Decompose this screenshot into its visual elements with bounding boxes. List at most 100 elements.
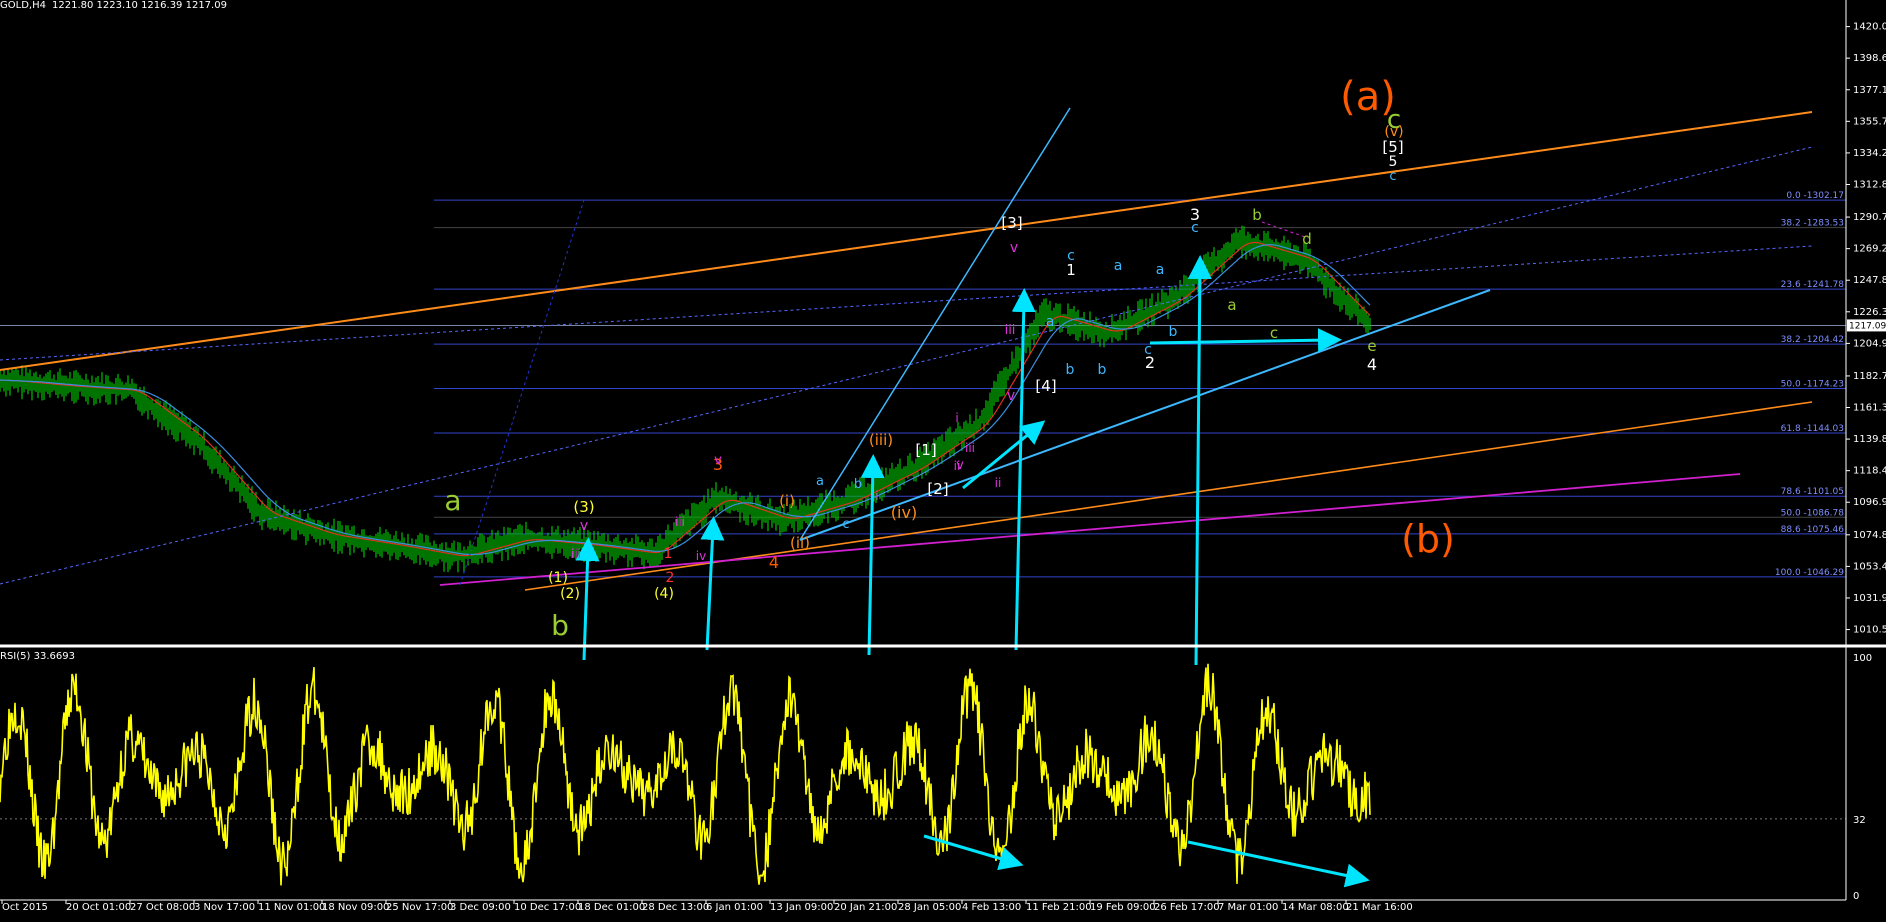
- wave-label: d: [1302, 230, 1312, 248]
- x-tick-label: 14 Mar 08:00: [1282, 902, 1349, 913]
- wave-label: a: [816, 474, 824, 489]
- x-tick-label: 11 Feb 21:00: [1026, 902, 1092, 913]
- wave-label: b: [1252, 206, 1262, 224]
- wave-label: c: [1191, 220, 1199, 236]
- y-tick-label: 1312.83: [1853, 179, 1886, 190]
- x-tick-label: 10 Dec 17:00: [514, 902, 581, 913]
- y-tick-label: 1204.90: [1853, 338, 1886, 349]
- y-tick-label: 1377.18: [1853, 85, 1886, 96]
- ohlc-readout: 1221.80 1223.10 1216.39 1217.09: [52, 0, 227, 11]
- wave-label: v: [580, 518, 588, 534]
- wave-label: a: [1227, 296, 1236, 314]
- chart-canvas: 0.0 -1302.17 38.2 -1283.53 23.6 -1241.78 38…: [0, 0, 1886, 922]
- wave-label: a: [1114, 258, 1123, 274]
- wave-label: c: [1270, 324, 1278, 342]
- x-tick-label: 28 Jan 05:00: [898, 902, 961, 913]
- y-tick-label: 1118.43: [1853, 466, 1886, 477]
- y-tick-label: 1096.98: [1853, 497, 1886, 508]
- x-tick-label: 20 Jan 21:00: [834, 902, 897, 913]
- x-tick-label: 11 Nov 01:00: [258, 902, 325, 913]
- wave-label: b: [854, 477, 862, 492]
- fib-level-label: 61.8 -1144.03: [1781, 424, 1844, 434]
- wave-label: [4]: [1035, 377, 1056, 395]
- wave-label: iii: [965, 441, 975, 455]
- x-tick-label: Oct 2015: [2, 902, 48, 913]
- wave-label: b: [1098, 362, 1107, 378]
- x-tick-label: 27 Oct 08:00: [130, 902, 195, 913]
- wave-label: [2]: [927, 480, 948, 498]
- y-tick-label: 1290.70: [1853, 212, 1886, 223]
- x-tick-label: 18 Dec 01:00: [578, 902, 645, 913]
- y-tick-label: 1247.80: [1853, 275, 1886, 286]
- wave-label: iii: [675, 515, 685, 529]
- rsi-tick-label: 32: [1853, 815, 1866, 826]
- wave-label: [1]: [915, 441, 936, 459]
- wave-label: a: [444, 484, 461, 517]
- wave-label: (ii): [790, 534, 810, 552]
- wave-label: c: [842, 517, 849, 532]
- y-tick-label: 1074.85: [1853, 530, 1886, 541]
- x-tick-label: 19 Feb 09:00: [1090, 902, 1156, 913]
- fib-level-label: 23.6 -1241.78: [1781, 280, 1845, 290]
- wave-label: b: [551, 609, 569, 642]
- x-tick-label: 25 Nov 17:00: [386, 902, 453, 913]
- wave-label: ii: [995, 476, 1002, 490]
- wave-label: (b): [1401, 517, 1455, 561]
- y-tick-label: 1182.78: [1853, 371, 1886, 382]
- x-tick-label: 28 Dec 13:00: [642, 902, 709, 913]
- wave-label: iv: [696, 549, 706, 563]
- wave-label: e: [1367, 337, 1376, 355]
- wave-label: 4: [1367, 355, 1377, 374]
- wave-label: 1: [664, 546, 673, 562]
- y-tick-label: 1226.35: [1853, 307, 1886, 318]
- wave-label: v: [1010, 240, 1018, 256]
- fib-level-label: 38.2 -1204.42: [1781, 335, 1844, 345]
- wave-label: v: [956, 458, 964, 473]
- wave-label: v: [1007, 388, 1015, 404]
- wave-label: a: [1156, 262, 1165, 278]
- x-tick-label: 21 Mar 16:00: [1346, 902, 1413, 913]
- x-tick-label: 3 Dec 09:00: [450, 902, 511, 913]
- wave-label: i: [955, 411, 958, 425]
- x-tick-label: 4 Feb 13:00: [962, 902, 1021, 913]
- wave-label: (4): [654, 586, 674, 602]
- y-tick-label: 1334.28: [1853, 148, 1886, 159]
- wave-label: (1): [548, 570, 568, 586]
- fib-level-label: 100.0 -1046.29: [1775, 568, 1844, 578]
- wave-label: c: [1389, 169, 1396, 184]
- x-tick-label: 3 Nov 17:00: [194, 902, 255, 913]
- wave-label: (i): [779, 492, 795, 510]
- y-tick-label: 1161.33: [1853, 403, 1886, 414]
- wave-label: v: [714, 453, 722, 468]
- rsi-tick-label: 0: [1853, 891, 1859, 902]
- fib-level-label: 50.0 -1174.23: [1781, 380, 1844, 390]
- fib-level-label: 88.6 -1075.46: [1781, 525, 1845, 535]
- fib-level-label: 38.2 -1283.53: [1781, 219, 1844, 229]
- x-tick-label: 26 Feb 17:00: [1154, 902, 1220, 913]
- x-tick-label: 6 Jan 01:00: [706, 902, 763, 913]
- x-tick-label: 18 Nov 09:00: [322, 902, 389, 913]
- wave-label: b: [1169, 324, 1178, 340]
- wave-label: (2): [560, 586, 580, 602]
- wave-label: b: [1066, 362, 1075, 378]
- wave-label: (iv): [891, 503, 917, 522]
- x-tick-label: 13 Jan 09:00: [770, 902, 833, 913]
- y-tick-label: 1269.25: [1853, 244, 1886, 255]
- y-tick-label: 1355.73: [1853, 116, 1886, 127]
- wave-label: c: [1067, 248, 1075, 264]
- rsi-tick-label: 100: [1853, 653, 1872, 664]
- wave-label: (3): [573, 498, 594, 516]
- x-tick-label: 20 Oct 01:00: [66, 902, 131, 913]
- x-tick-label: 7 Mar 01:00: [1218, 902, 1278, 913]
- wave-label: 2: [666, 570, 675, 586]
- wave-label: iii: [1005, 323, 1016, 338]
- y-tick-label: 1398.65: [1853, 53, 1886, 64]
- y-tick-label: 1420.08: [1853, 22, 1886, 33]
- y-tick-label: 1010.50: [1853, 625, 1886, 636]
- y-tick-label: 1031.95: [1853, 593, 1886, 604]
- wave-label: a: [1046, 314, 1055, 330]
- wave-label: iii: [571, 547, 581, 561]
- y-tick-label: 1053.40: [1853, 561, 1886, 572]
- wave-label: 5: [1389, 154, 1398, 170]
- current-price-label: 1217.09: [1849, 321, 1886, 331]
